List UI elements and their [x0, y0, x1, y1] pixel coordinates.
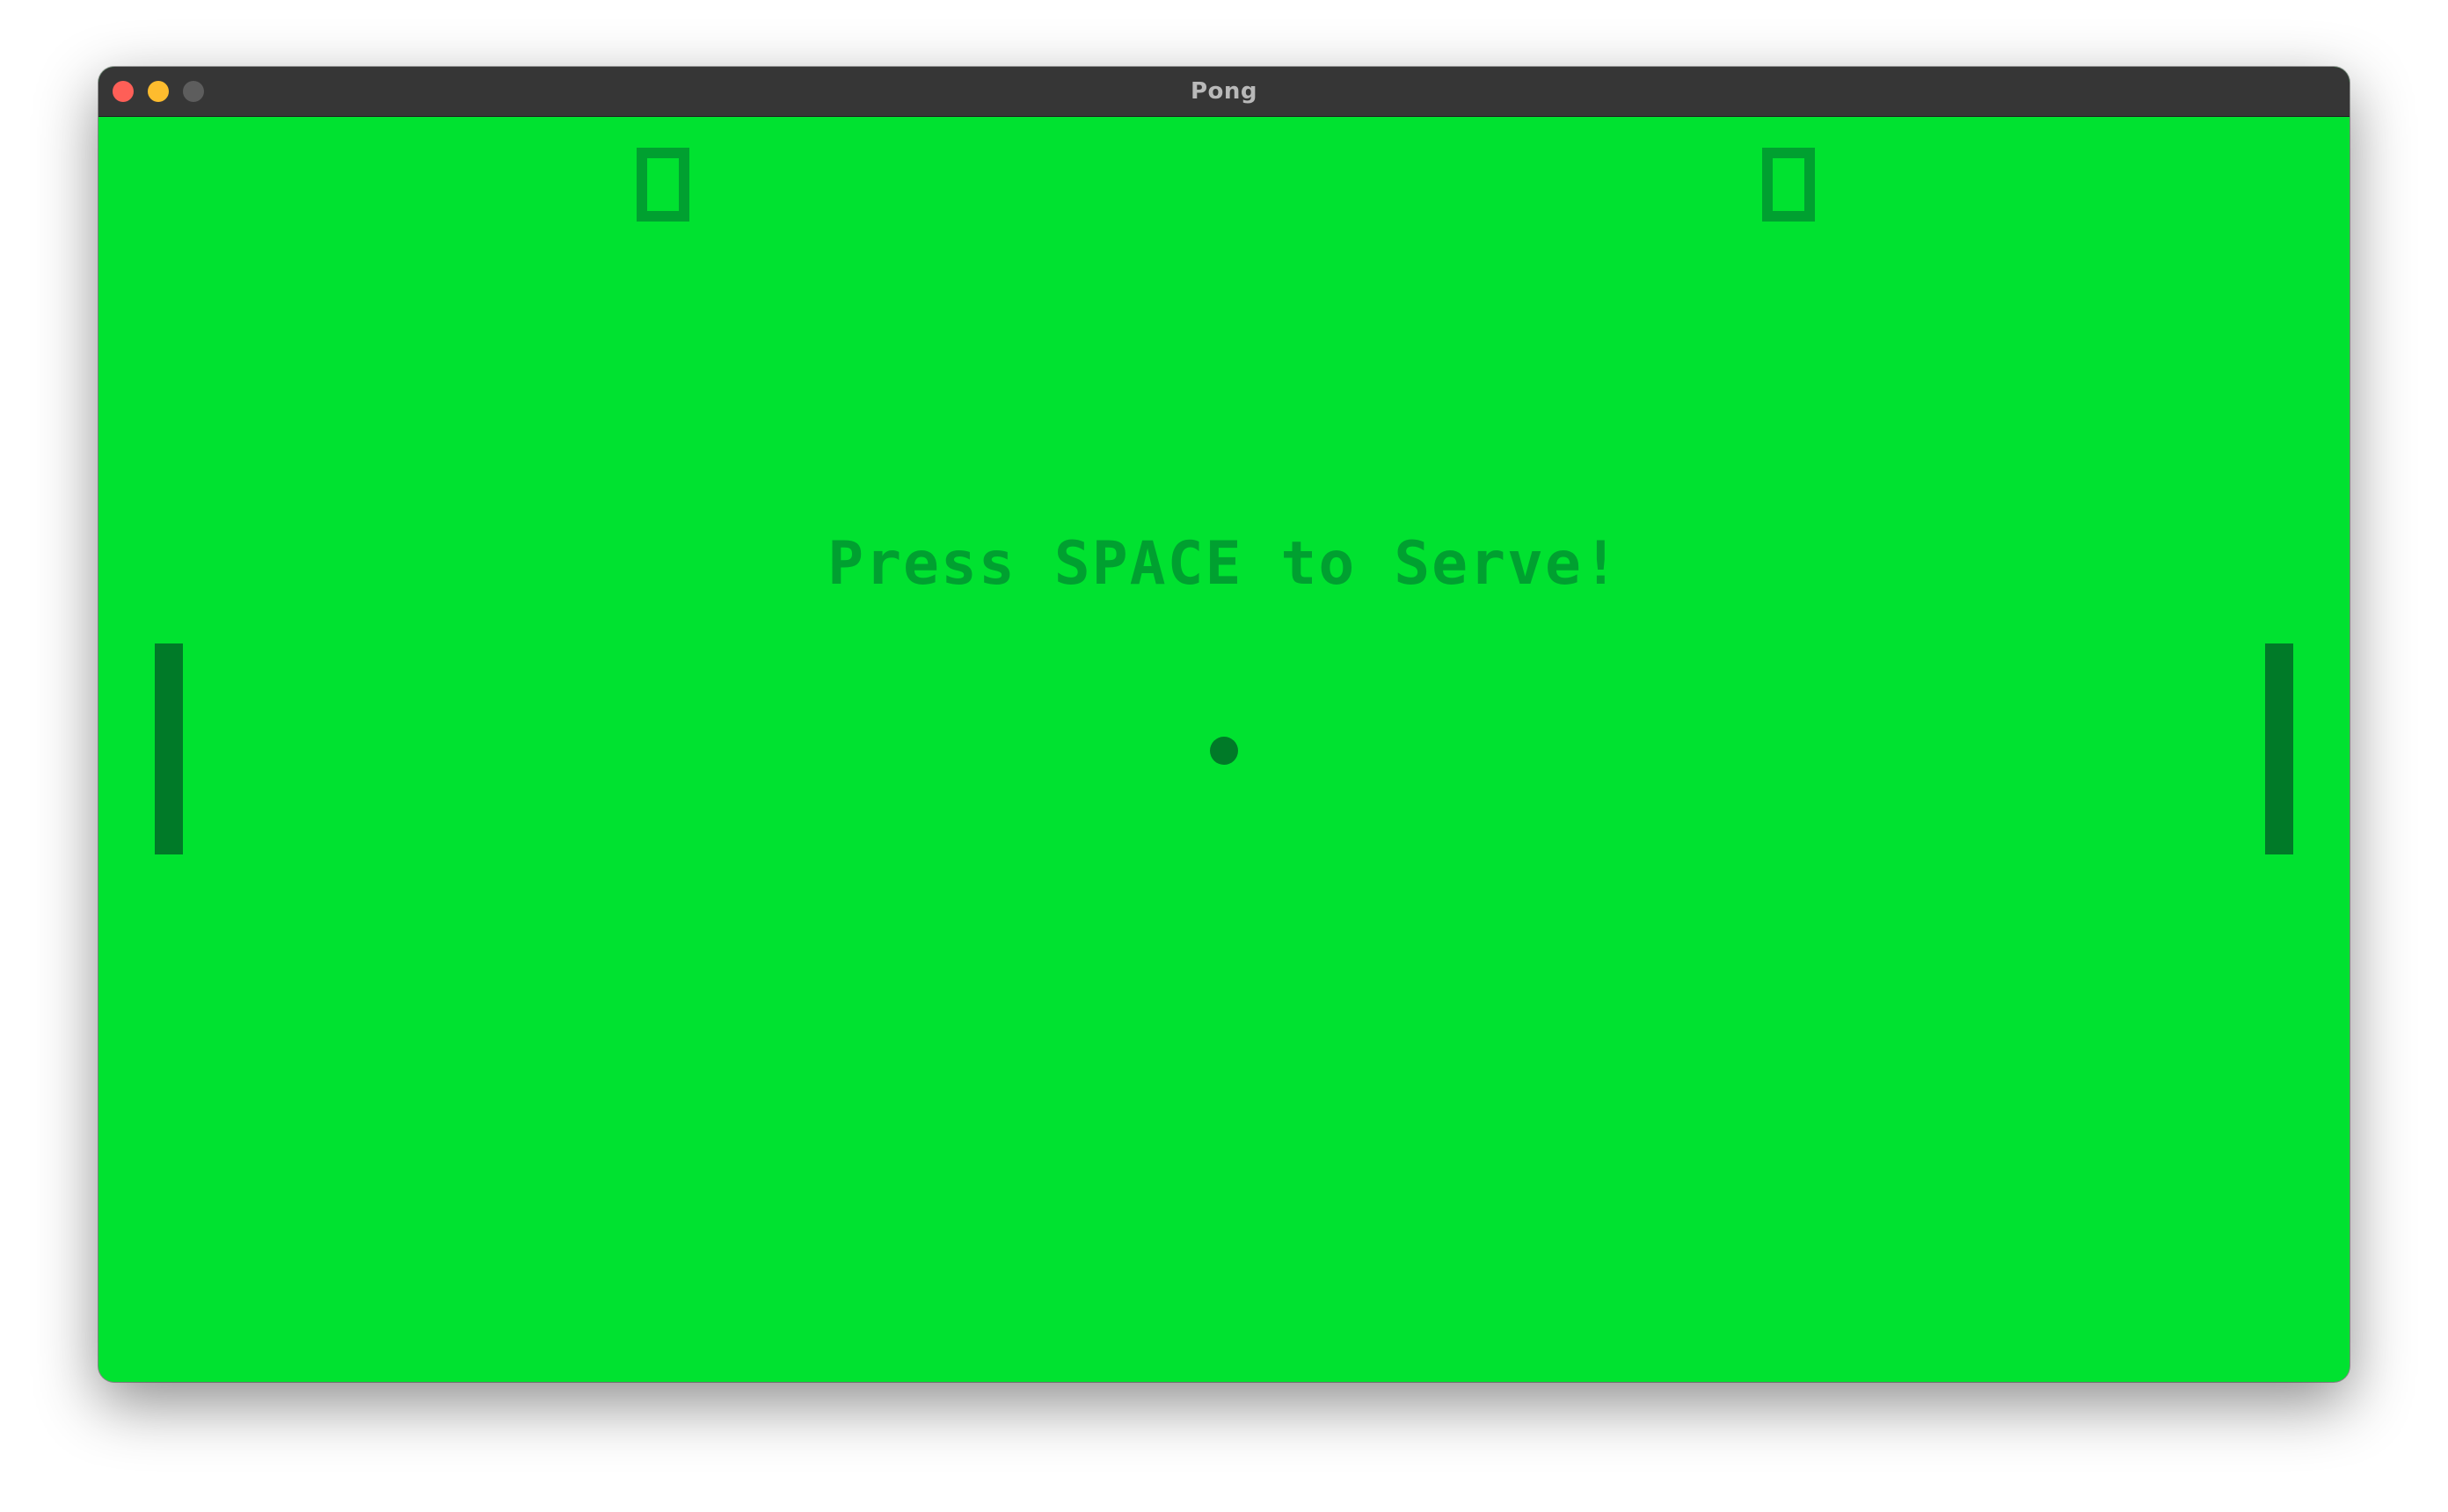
title-bar: Pong — [98, 67, 2350, 117]
left-paddle — [155, 643, 183, 854]
serve-message: Press SPACE to Serve! — [827, 529, 1621, 599]
right-score: 0 — [1762, 148, 1815, 222]
right-paddle — [2265, 643, 2293, 854]
right-score-digit — [1762, 148, 1815, 222]
left-score-digit — [637, 148, 689, 222]
window-title: Pong — [1190, 78, 1258, 105]
ball — [1210, 737, 1238, 765]
pong-window: Pong 0 0 Press SPACE to Serve! — [98, 67, 2350, 1382]
left-score: 0 — [637, 148, 689, 222]
game-canvas[interactable]: 0 0 Press SPACE to Serve! — [98, 116, 2350, 1382]
